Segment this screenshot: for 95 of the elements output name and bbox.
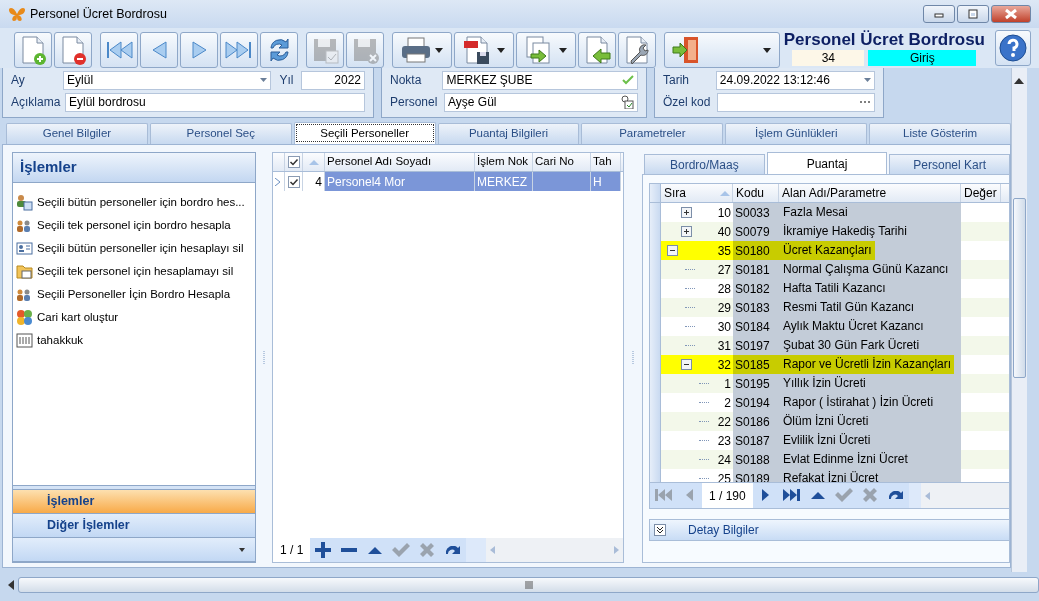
column-header[interactable]: Tah — [591, 153, 621, 171]
table-cell: H — [591, 172, 621, 191]
tree-cell-text: Rapor ( İstirahat ) İzin Ücreti — [782, 394, 935, 411]
tree-cell: 1 — [661, 374, 733, 393]
action-item[interactable]: tahakkuk — [13, 329, 255, 352]
column-header[interactable]: Kodu — [733, 184, 779, 202]
field-label: Ay — [11, 72, 26, 89]
tree-cell-text: Evlilik İzni Ücreti — [782, 432, 872, 449]
tab[interactable]: Genel Bilgiler — [6, 123, 148, 144]
column-header[interactable]: Alan Adı/Parametre — [779, 184, 961, 202]
action-item[interactable]: Seçili Personeller İçin Bordro Hesapla — [13, 283, 255, 306]
navigation-group[interactable]: İşlemler — [13, 490, 255, 514]
tree-cell: 28 — [661, 279, 733, 298]
column-header[interactable]: Değer — [961, 184, 1001, 202]
tree-cell-text: Resmi Tatil Gün Kazancı — [782, 299, 916, 316]
tree-cell: 30 — [661, 317, 733, 336]
record-number: 34 — [792, 50, 865, 66]
detail-section-header[interactable]: Detay Bilgiler — [649, 519, 1009, 541]
action-item[interactable]: Seçili tek personel için bordro hesapla — [13, 214, 255, 237]
field-label: Yıl — [279, 72, 294, 89]
tree-cell: Rapor ve Ücretli İzin Kazançları — [779, 355, 955, 374]
input-field[interactable]: Eylül bordrosu — [65, 92, 365, 112]
tree-cell-text: Normal Çalışma Günü Kazancı — [782, 261, 950, 278]
tree-cell: 35 — [661, 241, 733, 260]
field-label: Özel kod — [663, 94, 709, 111]
tree-cell: S0189 — [733, 469, 779, 482]
tree-cell: S0188 — [733, 450, 779, 469]
tree-cell-text: Evlat Edinme İzni Ücret — [782, 451, 909, 468]
form-heading: Personel Ücret Bordrosu — [783, 30, 985, 50]
tab[interactable]: Puantaj Bilgileri — [437, 123, 580, 144]
tree-cell: 2 — [661, 393, 733, 412]
tree-cell-text: Yıllık İzin Ücreti — [782, 375, 867, 392]
tree-cell-text: Hafta Tatili Kazancı — [782, 280, 887, 297]
window-title: Personel Ücret Bordrosu — [30, 5, 167, 23]
mode-indicator: Giriş — [868, 50, 977, 66]
tree-cell: S0181 — [733, 260, 779, 279]
tab[interactable]: Personel Seç — [149, 123, 292, 144]
tree-cell: 10 — [661, 203, 733, 222]
dropdown-field[interactable]: 24.09.2022 13:12:46 — [715, 70, 875, 90]
panel-header: İşlemler — [13, 153, 255, 183]
tab[interactable]: İşlem Günlükleri — [725, 123, 868, 144]
column-header[interactable]: Sıra — [661, 184, 733, 202]
tree-cell: 23 — [661, 431, 733, 450]
tree-cell: 22 — [661, 412, 733, 431]
tree-cell-text: Ölüm İzni Ücreti — [782, 413, 870, 430]
column-header[interactable]: Cari No — [533, 153, 591, 171]
action-item[interactable]: Cari kart oluştur — [13, 306, 255, 329]
action-item[interactable]: Seçili tek personel için hesaplamayı sil — [13, 260, 255, 283]
input-field[interactable]: MERKEZ ŞUBE — [442, 70, 638, 90]
tab[interactable]: Seçili Personeller — [293, 122, 436, 144]
table-cell: MERKEZ — [475, 172, 533, 191]
table-cell: Personel4 Mor — [325, 172, 475, 191]
tree-cell: S0197 — [733, 336, 779, 355]
tree-cell: S0186 — [733, 412, 779, 431]
tab[interactable]: Puantaj — [766, 152, 888, 174]
tree-cell: S0185 — [733, 355, 779, 374]
tree-cell: S0079 — [733, 222, 779, 241]
tab[interactable]: Parametreler — [581, 123, 724, 144]
tree-cell-text: Şubat 30 Gün Fark Ücreti — [782, 337, 921, 354]
tab[interactable]: Liste Gösterim — [869, 123, 1011, 144]
tree-cell: S0183 — [733, 298, 779, 317]
tab[interactable]: Bordro/Maaş — [644, 154, 765, 174]
tree-cell: 25 — [661, 469, 733, 482]
field-label: Tarih — [663, 72, 690, 89]
tree-cell-text: Aylık Maktu Ücret Kazancı — [782, 318, 925, 335]
tree-cell-text: Fazla Mesai — [782, 204, 849, 221]
page-counter: 1 / 1 — [273, 538, 311, 562]
tree-cell: S0187 — [733, 431, 779, 450]
input-field[interactable]: Ayşe Gül — [444, 92, 638, 112]
tree-cell-text: Refakat İzni Ücret — [782, 470, 880, 482]
column-header[interactable]: Personel Adı Soyadı — [325, 153, 475, 171]
input-field[interactable]: 2022 — [301, 70, 365, 90]
tab[interactable]: Personel Kart — [889, 154, 1010, 174]
field-label: Personel — [390, 94, 436, 111]
page-counter: 1 / 190 — [702, 483, 753, 508]
tree-cell: 32 — [661, 355, 733, 374]
dropdown-field[interactable]: Eylül — [63, 70, 272, 90]
tree-cell-text: İkramiye Hakediş Tarihi — [782, 223, 908, 240]
tree-cell: S0180 — [733, 241, 779, 260]
tree-cell: S0182 — [733, 279, 779, 298]
tree-cell: Ücret Kazançları — [779, 241, 875, 260]
action-item[interactable]: Seçili bütün personeller için bordro hes... — [13, 191, 255, 214]
field-label: Nokta — [390, 72, 423, 89]
tree-cell: S0033 — [733, 203, 779, 222]
tree-cell: 31 — [661, 336, 733, 355]
tree-cell: 40 — [661, 222, 733, 241]
navigation-group[interactable]: Diğer İşlemler — [13, 514, 255, 538]
tree-cell: S0194 — [733, 393, 779, 412]
action-item[interactable]: Seçili bütün personeller için hesaplayı sil — [13, 237, 255, 260]
tree-cell: 24 — [661, 450, 733, 469]
tree-cell: 29 — [661, 298, 733, 317]
tree-cell: S0195 — [733, 374, 779, 393]
tree-cell: 27 — [661, 260, 733, 279]
column-header[interactable]: İşlem Nok — [475, 153, 533, 171]
tree-cell: S0184 — [733, 317, 779, 336]
